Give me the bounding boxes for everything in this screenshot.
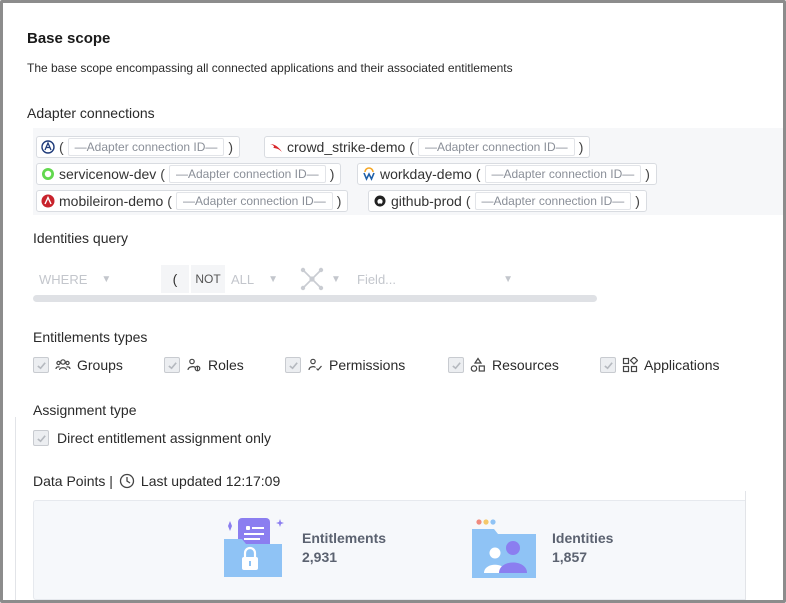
adapter-connection-id-input[interactable]: —Adapter connection ID—: [484, 165, 642, 183]
adapter-connection-id-input[interactable]: —Adapter connection ID—: [474, 192, 632, 210]
last-updated-text: Last updated 12:17:09: [140, 473, 281, 489]
applications-icon: [622, 357, 638, 373]
adapter-name: crowd_strike-demo: [287, 139, 406, 155]
base-scope-panel: Base scope The base scope encompassing a…: [0, 0, 786, 603]
resources-checkbox[interactable]: [448, 357, 464, 373]
groups-icon: [55, 357, 71, 373]
chevron-down-icon: ▼: [268, 273, 279, 285]
permissions-icon: [307, 357, 323, 373]
entitlement-type-applications[interactable]: Applications: [600, 355, 720, 375]
not-toggle[interactable]: NOT: [191, 265, 225, 293]
entitlements-count: 2,931: [302, 549, 338, 565]
adapter-connection-id-input[interactable]: —Adapter connection ID—: [168, 165, 326, 183]
entitlement-type-permissions[interactable]: Permissions: [285, 355, 405, 375]
direct-assignment-option[interactable]: Direct entitlement assignment only: [33, 428, 271, 448]
chevron-down-icon: ▼: [331, 273, 341, 285]
adapter-name: servicenow-dev: [59, 166, 157, 182]
adapter-chip[interactable]: ( —Adapter connection ID— ): [36, 136, 241, 158]
identities-label: Identities: [552, 530, 614, 546]
entitlements-folder-icon: [224, 515, 286, 584]
where-select[interactable]: WHERE ▼: [33, 265, 157, 293]
page-subtitle: The base scope encompassing all connecte…: [27, 61, 513, 75]
roles-checkbox[interactable]: [164, 357, 180, 373]
adapters-hub-icon: [299, 266, 325, 292]
adapter-name: workday-demo: [380, 166, 472, 182]
mobileiron-icon: [41, 194, 55, 208]
divider: [15, 417, 16, 600]
permissions-checkbox[interactable]: [285, 357, 301, 373]
adapter-select[interactable]: ▼: [293, 265, 351, 293]
open-paren-button[interactable]: (: [161, 265, 189, 293]
identities-count: 1,857: [552, 549, 588, 565]
entitlement-type-roles[interactable]: Roles: [164, 355, 244, 375]
page-title: Base scope: [27, 30, 111, 47]
field-select[interactable]: Field... ▼: [351, 265, 519, 293]
adapter-name: mobileiron-demo: [59, 193, 164, 209]
adapter-connections-label: Adapter connections: [27, 105, 155, 121]
entitlements-types-label: Entitlements types: [33, 329, 148, 345]
adapter-chip[interactable]: crowd_strike-demo ( —Adapter connection …: [264, 136, 591, 158]
data-points-header: Data Points | Last updated 12:17:09: [33, 473, 281, 489]
roles-icon: [186, 357, 202, 373]
identities-stat: Identities 1,857: [472, 501, 672, 600]
eagle-logo-icon: [41, 140, 55, 154]
resources-icon: [470, 357, 486, 373]
divider: [745, 491, 746, 600]
all-select[interactable]: ALL ▼: [225, 265, 293, 293]
identities-query-label: Identities query: [33, 230, 128, 246]
crowdstrike-falcon-icon: [269, 140, 283, 154]
direct-assignment-checkbox[interactable]: [33, 430, 49, 446]
github-icon: [373, 194, 387, 208]
adapter-chip[interactable]: servicenow-dev ( —Adapter connection ID—…: [36, 163, 342, 185]
adapter-chip[interactable]: mobileiron-demo ( —Adapter connection ID…: [36, 190, 349, 212]
adapter-chip[interactable]: github-prod ( —Adapter connection ID— ): [368, 190, 647, 212]
chevron-down-icon: ▼: [503, 273, 513, 285]
entitlements-label: Entitlements: [302, 530, 387, 546]
adapter-connection-id-input[interactable]: —Adapter connection ID—: [417, 138, 575, 156]
adapter-connection-id-input[interactable]: —Adapter connection ID—: [175, 192, 333, 210]
assignment-type-label: Assignment type: [33, 402, 137, 418]
identities-folder-icon: [472, 517, 538, 584]
adapter-chip[interactable]: workday-demo ( —Adapter connection ID— ): [357, 163, 657, 185]
workday-icon: [362, 167, 376, 181]
entitlements-stat: Entitlements 2,931: [224, 501, 424, 600]
query-scrollbar[interactable]: [33, 295, 597, 302]
data-points-panel: Entitlements 2,931 Identities 1,857: [33, 500, 745, 600]
entitlement-type-groups[interactable]: Groups: [33, 355, 123, 375]
clock-icon: [119, 473, 135, 489]
servicenow-icon: [41, 167, 55, 181]
applications-checkbox[interactable]: [600, 357, 616, 373]
groups-checkbox[interactable]: [33, 357, 49, 373]
adapter-connection-id-input[interactable]: —Adapter connection ID—: [67, 138, 225, 156]
chevron-down-icon: ▼: [101, 273, 112, 285]
adapter-name: github-prod: [391, 193, 462, 209]
entitlement-type-resources[interactable]: Resources: [448, 355, 559, 375]
query-row: WHERE ▼ ( NOT ALL ▼ ▼ Field... ▼: [33, 265, 519, 293]
